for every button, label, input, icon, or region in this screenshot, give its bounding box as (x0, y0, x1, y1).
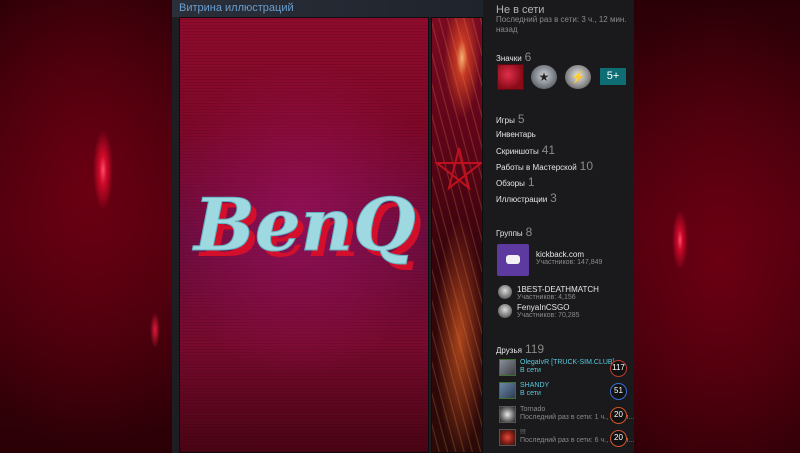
screenshots-count: 41 (541, 143, 556, 157)
friend-level-shandy: 51 (610, 383, 627, 400)
gamepad-icon (506, 255, 520, 264)
friend-avatar-shandy[interactable] (499, 382, 516, 399)
friend-level-exclaim: 20 (610, 430, 627, 447)
group-members-fenya: Участников: 70,285 (517, 312, 580, 319)
friends-count: 119 (524, 342, 545, 356)
more-badges-button[interactable]: 5+ (600, 68, 626, 85)
group-name-1best[interactable]: 1BEST-DEATHMATCH (517, 285, 599, 294)
reviews-label: Обзоры (496, 179, 525, 188)
badge-csgo-glyph: ★ (538, 70, 550, 84)
friend-level-olegaivr: 117 (610, 360, 627, 377)
workshop-label: Работы в Мастерской (496, 163, 577, 172)
benq-logo-art: BenQ BenQ (192, 182, 422, 274)
friend-name-shandy[interactable]: SHANDY (520, 382, 549, 389)
friend-name-exclaim[interactable]: !!! (520, 429, 526, 436)
friends-label: Друзья (496, 346, 522, 355)
artwork-link[interactable]: Иллюстрации 3 (496, 191, 557, 205)
inventory-label: Инвентарь (496, 130, 536, 139)
friends-link[interactable]: Друзья 119 (496, 342, 544, 356)
last-seen-text: Последний раз в сети: 3 ч., 12 мин. наза… (496, 15, 627, 34)
games-count: 5 (517, 112, 525, 126)
friend-name-tornado[interactable]: Tornado (520, 406, 545, 413)
games-link[interactable]: Игры 5 (496, 112, 525, 126)
reviews-count: 1 (527, 175, 535, 189)
badge-red[interactable] (497, 64, 524, 90)
artwork-side-image[interactable] (431, 17, 483, 453)
pentagram-icon (434, 147, 482, 191)
workshop-link[interactable]: Работы в Мастерской 10 (496, 159, 593, 173)
showcase-title: Витрина иллюстраций (179, 2, 294, 14)
games-label: Игры (496, 116, 515, 125)
group-members-kickback: Участников: 147,849 (536, 259, 603, 266)
group-members-1best: Участников: 4,156 (517, 294, 576, 301)
screenshots-label: Скриншоты (496, 147, 539, 156)
groups-label: Группы (496, 229, 523, 238)
artwork-showcase: Витрина иллюстраций BenQ BenQ (172, 0, 483, 453)
showcase-header: Витрина иллюстраций (172, 0, 483, 17)
reviews-link[interactable]: Обзоры 1 (496, 175, 535, 189)
friend-avatar-exclaim[interactable] (499, 429, 516, 446)
friend-level-tornado: 20 (610, 407, 627, 424)
screenshots-link[interactable]: Скриншоты 41 (496, 143, 555, 157)
badge-bolt-icon[interactable]: ⚡ (565, 65, 591, 89)
friend-status-olegaivr: В сети (520, 367, 541, 374)
friend-name-olegaivr[interactable]: OlegaIvR [TRUCK-SIM.CLUB] (520, 359, 615, 366)
friend-status-shandy: В сети (520, 390, 541, 397)
group-avatar-1best[interactable] (498, 285, 512, 299)
group-name-fenya[interactable]: FenyaInCSGO (517, 303, 569, 312)
group-name-kickback[interactable]: kickback.com (536, 250, 584, 259)
groups-count: 8 (525, 225, 533, 239)
group-avatar-fenya[interactable] (498, 304, 512, 318)
inventory-link[interactable]: Инвентарь (496, 130, 536, 139)
groups-link[interactable]: Группы 8 (496, 225, 532, 239)
benq-text: BenQ (192, 182, 416, 267)
badges-label: Значки (496, 54, 522, 63)
workshop-count: 10 (579, 159, 594, 173)
artwork-count: 3 (550, 191, 557, 205)
artwork-main-image[interactable]: BenQ BenQ (179, 17, 429, 453)
artwork-label: Иллюстрации (496, 195, 548, 204)
bolt-icon: ⚡ (570, 70, 586, 84)
profile-sidebar: Не в сети Последний раз в сети: 3 ч., 12… (483, 0, 634, 453)
friend-avatar-tornado[interactable] (499, 406, 516, 423)
friend-avatar-olegaivr[interactable] (499, 359, 516, 376)
badges-link[interactable]: Значки 6 (496, 50, 531, 64)
sparks-effect (432, 18, 482, 452)
badge-csgo-icon[interactable]: ★ (531, 65, 557, 89)
badges-count: 6 (524, 50, 532, 64)
group-avatar-kickback[interactable] (497, 244, 529, 276)
